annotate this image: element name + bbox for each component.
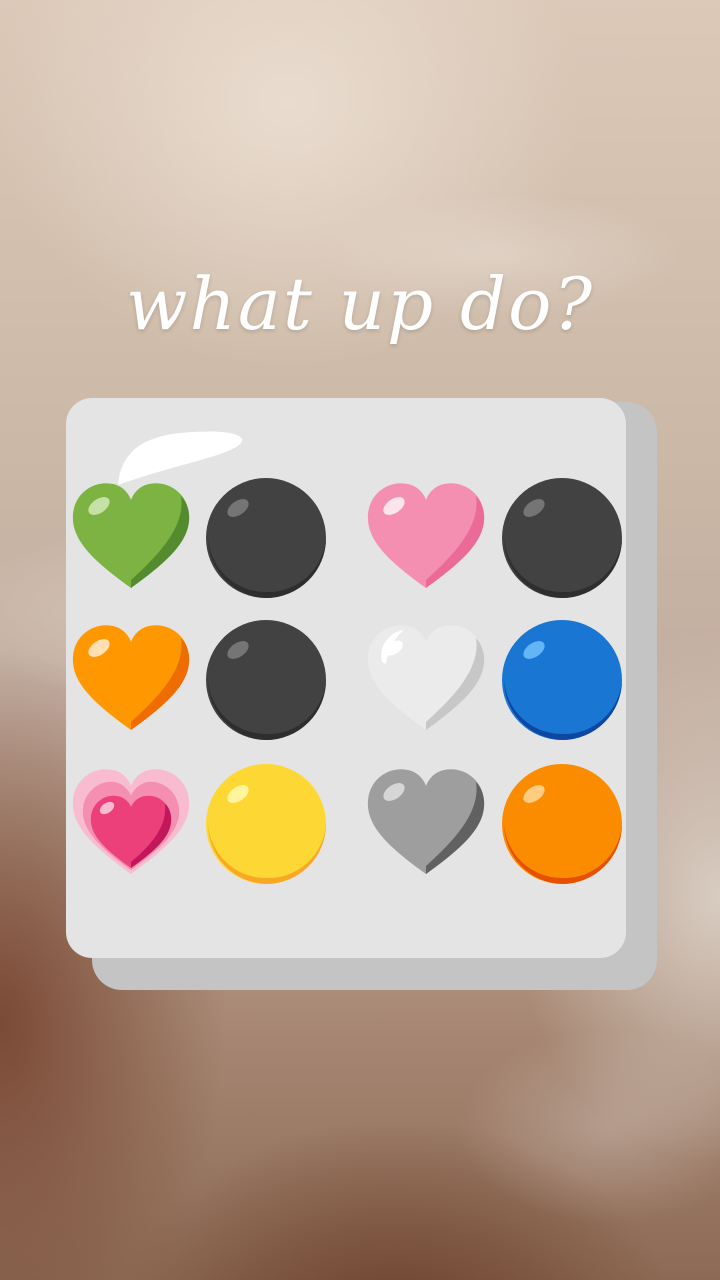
black-circle-icon[interactable] [500,476,624,600]
yellow-circle-icon[interactable] [204,762,328,886]
black-circle-icon[interactable] [204,618,328,742]
pink-heart-icon[interactable] [364,476,488,600]
page-title: what up do? [125,262,595,346]
growing-heart-icon[interactable] [69,762,193,886]
white-heart-icon[interactable] [364,618,488,742]
grey-heart-icon[interactable] [364,762,488,886]
orange-circle-icon[interactable] [500,762,624,886]
black-circle-icon[interactable] [204,476,328,600]
orange-heart-icon[interactable] [69,618,193,742]
green-heart-icon[interactable] [69,476,193,600]
blue-circle-icon[interactable] [500,618,624,742]
